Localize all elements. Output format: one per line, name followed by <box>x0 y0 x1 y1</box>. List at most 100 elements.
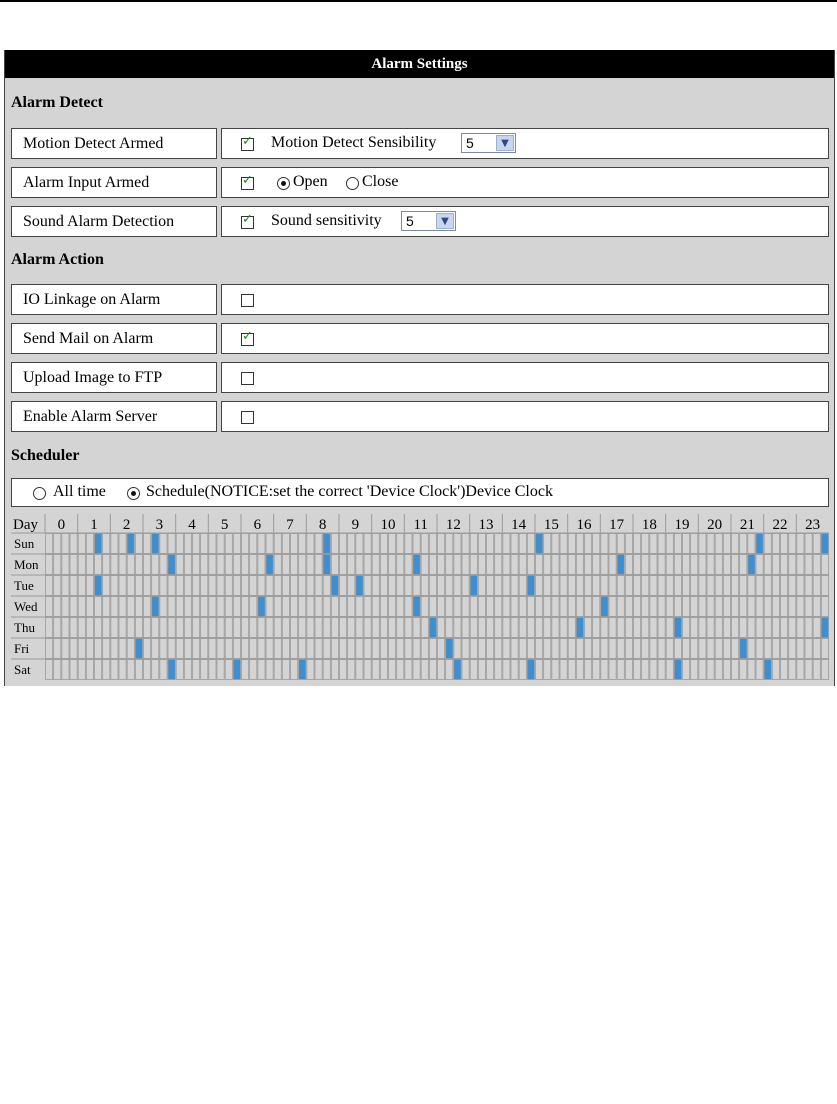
schedule-slot[interactable] <box>281 638 290 659</box>
schedule-slot[interactable] <box>771 575 780 596</box>
schedule-slot[interactable] <box>200 533 209 554</box>
schedule-slot[interactable] <box>575 638 584 659</box>
schedule-slot[interactable] <box>714 554 723 575</box>
schedule-slot[interactable] <box>649 554 658 575</box>
schedule-slot[interactable] <box>763 554 772 575</box>
schedule-slot[interactable] <box>314 596 323 617</box>
schedule-slot[interactable] <box>682 533 691 554</box>
schedule-slot[interactable] <box>584 659 593 680</box>
schedule-slot[interactable] <box>85 554 94 575</box>
schedule-slot[interactable] <box>731 638 740 659</box>
schedule-slot[interactable] <box>633 617 642 638</box>
schedule-slot[interactable] <box>200 596 209 617</box>
schedule-slot[interactable] <box>559 638 568 659</box>
schedule-slot[interactable] <box>339 638 348 659</box>
schedule-slot[interactable] <box>771 533 780 554</box>
schedule-slot[interactable] <box>673 533 682 554</box>
schedule-slot[interactable] <box>796 554 805 575</box>
schedule-slot[interactable] <box>616 575 625 596</box>
schedule-slot[interactable] <box>183 596 192 617</box>
schedule-slot[interactable] <box>306 596 315 617</box>
schedule-slot[interactable] <box>69 638 78 659</box>
schedule-slot[interactable] <box>551 596 560 617</box>
schedule-slot[interactable] <box>535 596 544 617</box>
schedule-slot[interactable] <box>257 659 266 680</box>
schedule-slot[interactable] <box>567 617 576 638</box>
schedule-slot[interactable] <box>551 659 560 680</box>
schedule-slot[interactable] <box>224 596 233 617</box>
alarm-input-checkbox[interactable]: ✓ <box>241 174 254 190</box>
schedule-slot[interactable] <box>143 533 152 554</box>
schedule-slot[interactable] <box>575 596 584 617</box>
schedule-slot[interactable] <box>559 575 568 596</box>
schedule-slot[interactable] <box>698 575 707 596</box>
schedule-slot[interactable] <box>771 554 780 575</box>
schedule-slot[interactable] <box>118 596 127 617</box>
schedule-slot[interactable] <box>371 596 380 617</box>
motion-detect-checkbox[interactable]: ✓ <box>241 135 254 151</box>
schedule-slot[interactable] <box>608 554 617 575</box>
schedule-slot[interactable] <box>94 659 103 680</box>
schedule-slot[interactable] <box>61 533 70 554</box>
schedule-slot[interactable] <box>192 596 201 617</box>
schedule-slot[interactable] <box>698 554 707 575</box>
schedule-slot[interactable] <box>53 533 62 554</box>
schedule-slot[interactable] <box>624 659 633 680</box>
schedule-slot[interactable] <box>265 533 274 554</box>
schedule-slot[interactable] <box>551 638 560 659</box>
schedule-slot[interactable] <box>437 638 446 659</box>
schedule-slot[interactable] <box>665 596 674 617</box>
schedule-slot[interactable] <box>371 575 380 596</box>
schedule-slot[interactable] <box>682 554 691 575</box>
schedule-slot[interactable] <box>690 617 699 638</box>
schedule-slot[interactable] <box>804 659 813 680</box>
schedule-slot[interactable] <box>183 659 192 680</box>
schedule-slot[interactable] <box>477 638 486 659</box>
schedule-slot-active[interactable] <box>151 596 160 617</box>
schedule-slot[interactable] <box>502 554 511 575</box>
schedule-slot[interactable] <box>175 533 184 554</box>
schedule-slot[interactable] <box>567 659 576 680</box>
schedule-slot[interactable] <box>339 617 348 638</box>
schedule-slot[interactable] <box>363 596 372 617</box>
schedule-slot[interactable] <box>804 575 813 596</box>
schedule-slot[interactable] <box>518 575 527 596</box>
schedule-slot-active[interactable] <box>265 554 274 575</box>
schedule-slot[interactable] <box>126 638 135 659</box>
schedule-slot[interactable] <box>428 638 437 659</box>
schedule-slot[interactable] <box>200 659 209 680</box>
schedule-slot[interactable] <box>53 638 62 659</box>
schedule-slot[interactable] <box>330 638 339 659</box>
schedule-slot[interactable] <box>192 575 201 596</box>
schedule-slot[interactable] <box>657 638 666 659</box>
schedule-slot[interactable] <box>641 575 650 596</box>
schedule-slot[interactable] <box>61 617 70 638</box>
schedule-slot[interactable] <box>151 575 160 596</box>
schedule-slot[interactable] <box>404 554 413 575</box>
schedule-slot[interactable] <box>192 617 201 638</box>
schedule-slot[interactable] <box>714 659 723 680</box>
schedule-slot[interactable] <box>232 617 241 638</box>
schedule-slot[interactable] <box>657 659 666 680</box>
schedule-slot[interactable] <box>633 596 642 617</box>
schedule-slot[interactable] <box>265 659 274 680</box>
schedule-slot[interactable] <box>347 638 356 659</box>
schedule-slot[interactable] <box>232 554 241 575</box>
schedule-slot[interactable] <box>281 575 290 596</box>
schedule-slot[interactable] <box>69 533 78 554</box>
schedule-slot[interactable] <box>445 659 454 680</box>
schedule-slot[interactable] <box>200 617 209 638</box>
schedule-slot[interactable] <box>224 617 233 638</box>
schedule-slot[interactable] <box>820 659 829 680</box>
schedule-slot[interactable] <box>339 596 348 617</box>
schedule-slot-active[interactable] <box>673 659 682 680</box>
schedule-slot[interactable] <box>306 575 315 596</box>
schedule-slot[interactable] <box>61 659 70 680</box>
schedule-slot[interactable] <box>183 554 192 575</box>
schedule-slot[interactable] <box>306 554 315 575</box>
schedule-slot[interactable] <box>298 533 307 554</box>
schedule-slot[interactable] <box>388 638 397 659</box>
schedule-slot[interactable] <box>53 575 62 596</box>
schedule-slot[interactable] <box>355 596 364 617</box>
schedule-slot[interactable] <box>747 533 756 554</box>
